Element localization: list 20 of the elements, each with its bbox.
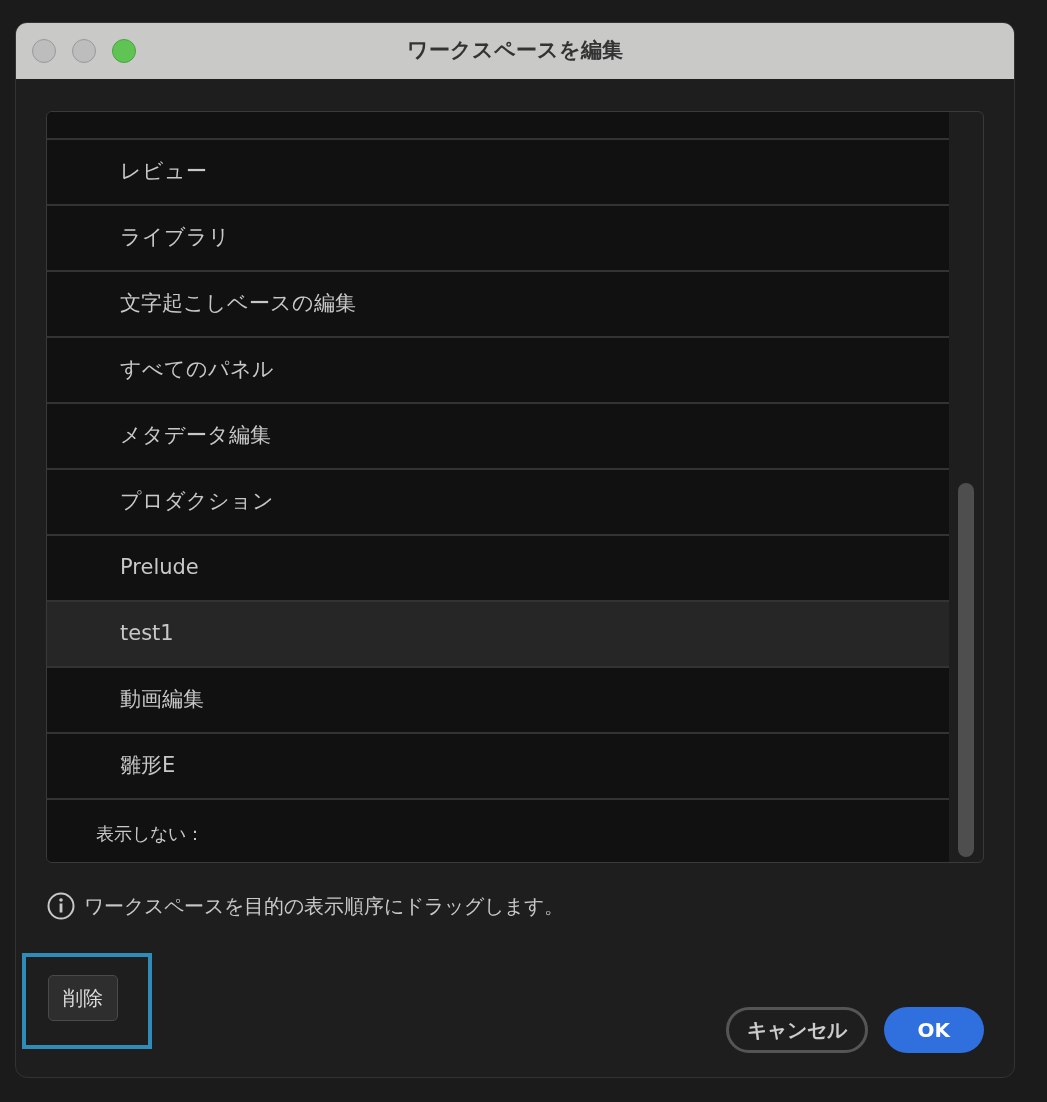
hint-text: ワークスペースを目的の表示順序にドラッグします。 (84, 893, 564, 920)
workspace-item[interactable]: 雛形E (47, 734, 950, 800)
workspace-item[interactable]: プロダクション (47, 470, 950, 536)
cancel-button[interactable]: キャンセル (725, 1007, 868, 1053)
workspace-item[interactable]: ライブラリ (47, 206, 950, 272)
minimize-window-button[interactable] (72, 39, 96, 63)
window-title: ワークスペースを編集 (407, 37, 623, 65)
workspace-item[interactable]: すべてのパネル (47, 338, 950, 404)
workspace-item[interactable]: 動画編集 (47, 668, 950, 734)
workspace-item[interactable]: test1 (47, 602, 950, 668)
delete-button[interactable]: 削除 (48, 975, 118, 1021)
section-label: 表示しない： (95, 821, 205, 846)
ok-button[interactable]: OK (883, 1007, 984, 1053)
scrollbar-thumb[interactable] (958, 483, 975, 857)
zoom-window-button[interactable] (112, 39, 136, 63)
info-icon (46, 891, 76, 921)
close-window-button[interactable] (32, 39, 56, 63)
workspace-item[interactable]: メタデータ編集 (47, 404, 950, 470)
workspace-item[interactable]: レビュー (47, 140, 950, 206)
workspace-item[interactable]: 文字起こしベースの編集 (47, 272, 950, 338)
